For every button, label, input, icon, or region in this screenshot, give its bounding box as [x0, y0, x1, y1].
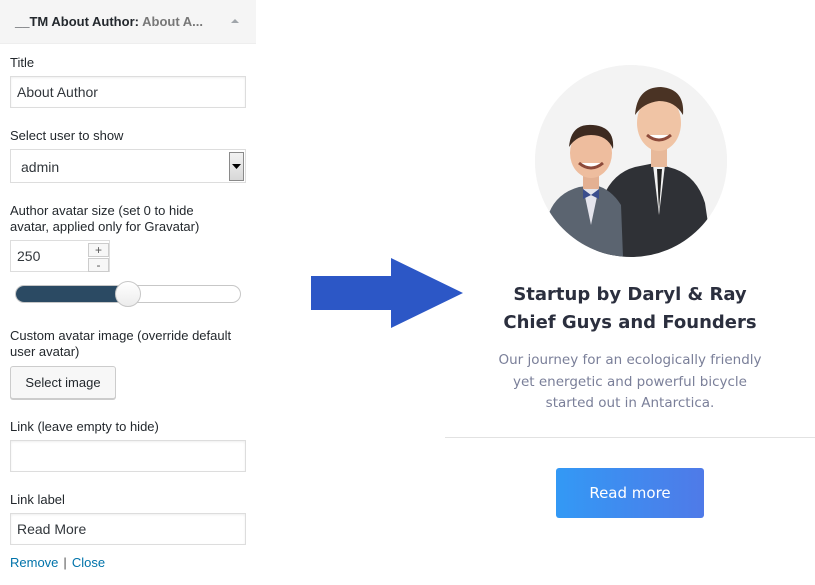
author-description-line3: started out in Antarctica. — [545, 395, 715, 411]
author-name-line2: Chief Guys and Founders — [503, 312, 757, 333]
user-select-label: Select user to show — [10, 128, 124, 143]
widget-title-suffix: About A... — [142, 14, 204, 29]
link-text-input[interactable]: Read More — [10, 513, 246, 545]
footer-separator: | — [63, 555, 67, 570]
widget-header[interactable]: __TM About Author: About A... — [0, 0, 256, 44]
select-image-button[interactable]: Select image — [10, 366, 116, 399]
link-label: Link (leave empty to hide) — [10, 419, 159, 434]
avatar-photo — [535, 65, 727, 257]
read-more-button[interactable]: Read more — [556, 468, 704, 518]
close-link[interactable]: Close — [72, 555, 105, 570]
avatar-size-label-line2: avatar, applied only for Gravatar) — [10, 219, 200, 234]
title-label: Title — [10, 55, 35, 70]
custom-avatar-label-line1: Custom avatar image (override default — [10, 328, 232, 343]
slider-fill — [16, 286, 129, 302]
widget-footer-links: Remove | Close — [10, 555, 105, 570]
avatar-size-value: 250 — [17, 248, 41, 264]
increment-button[interactable]: + — [88, 243, 109, 257]
author-description-line2: yet energetic and powerful bicycle — [513, 373, 747, 390]
widget-title-prefix: __TM About Author — [15, 14, 135, 29]
user-select-value: admin — [21, 159, 60, 175]
author-name-line1: Startup by Daryl & Ray — [513, 284, 747, 305]
title-input[interactable]: About Author — [10, 76, 246, 108]
chevron-down-icon — [232, 164, 241, 169]
arrow-right-icon — [311, 258, 463, 328]
decrement-button[interactable]: - — [88, 258, 109, 272]
widget-title: __TM About Author: About A... — [15, 14, 203, 29]
remove-link[interactable]: Remove — [10, 555, 58, 570]
widget-panel: __TM About Author: About A... Title Abou… — [0, 0, 256, 585]
select-dropdown-button[interactable] — [229, 152, 244, 181]
custom-avatar-label-line2: user avatar) — [10, 344, 80, 359]
author-description-line1: Our journey for an ecologically friendly — [498, 352, 762, 368]
divider — [445, 437, 815, 438]
link-text-label: Link label — [10, 492, 65, 507]
avatar-size-label-line1: Author avatar size (set 0 to hide — [10, 203, 194, 218]
triangle-up-icon[interactable] — [229, 15, 241, 27]
avatar-size-input[interactable]: 250 + - — [10, 240, 110, 272]
slider-handle[interactable] — [115, 281, 141, 307]
widget-title-separator: : — [134, 14, 143, 29]
user-select[interactable]: admin — [10, 149, 246, 183]
link-input[interactable] — [10, 440, 246, 472]
